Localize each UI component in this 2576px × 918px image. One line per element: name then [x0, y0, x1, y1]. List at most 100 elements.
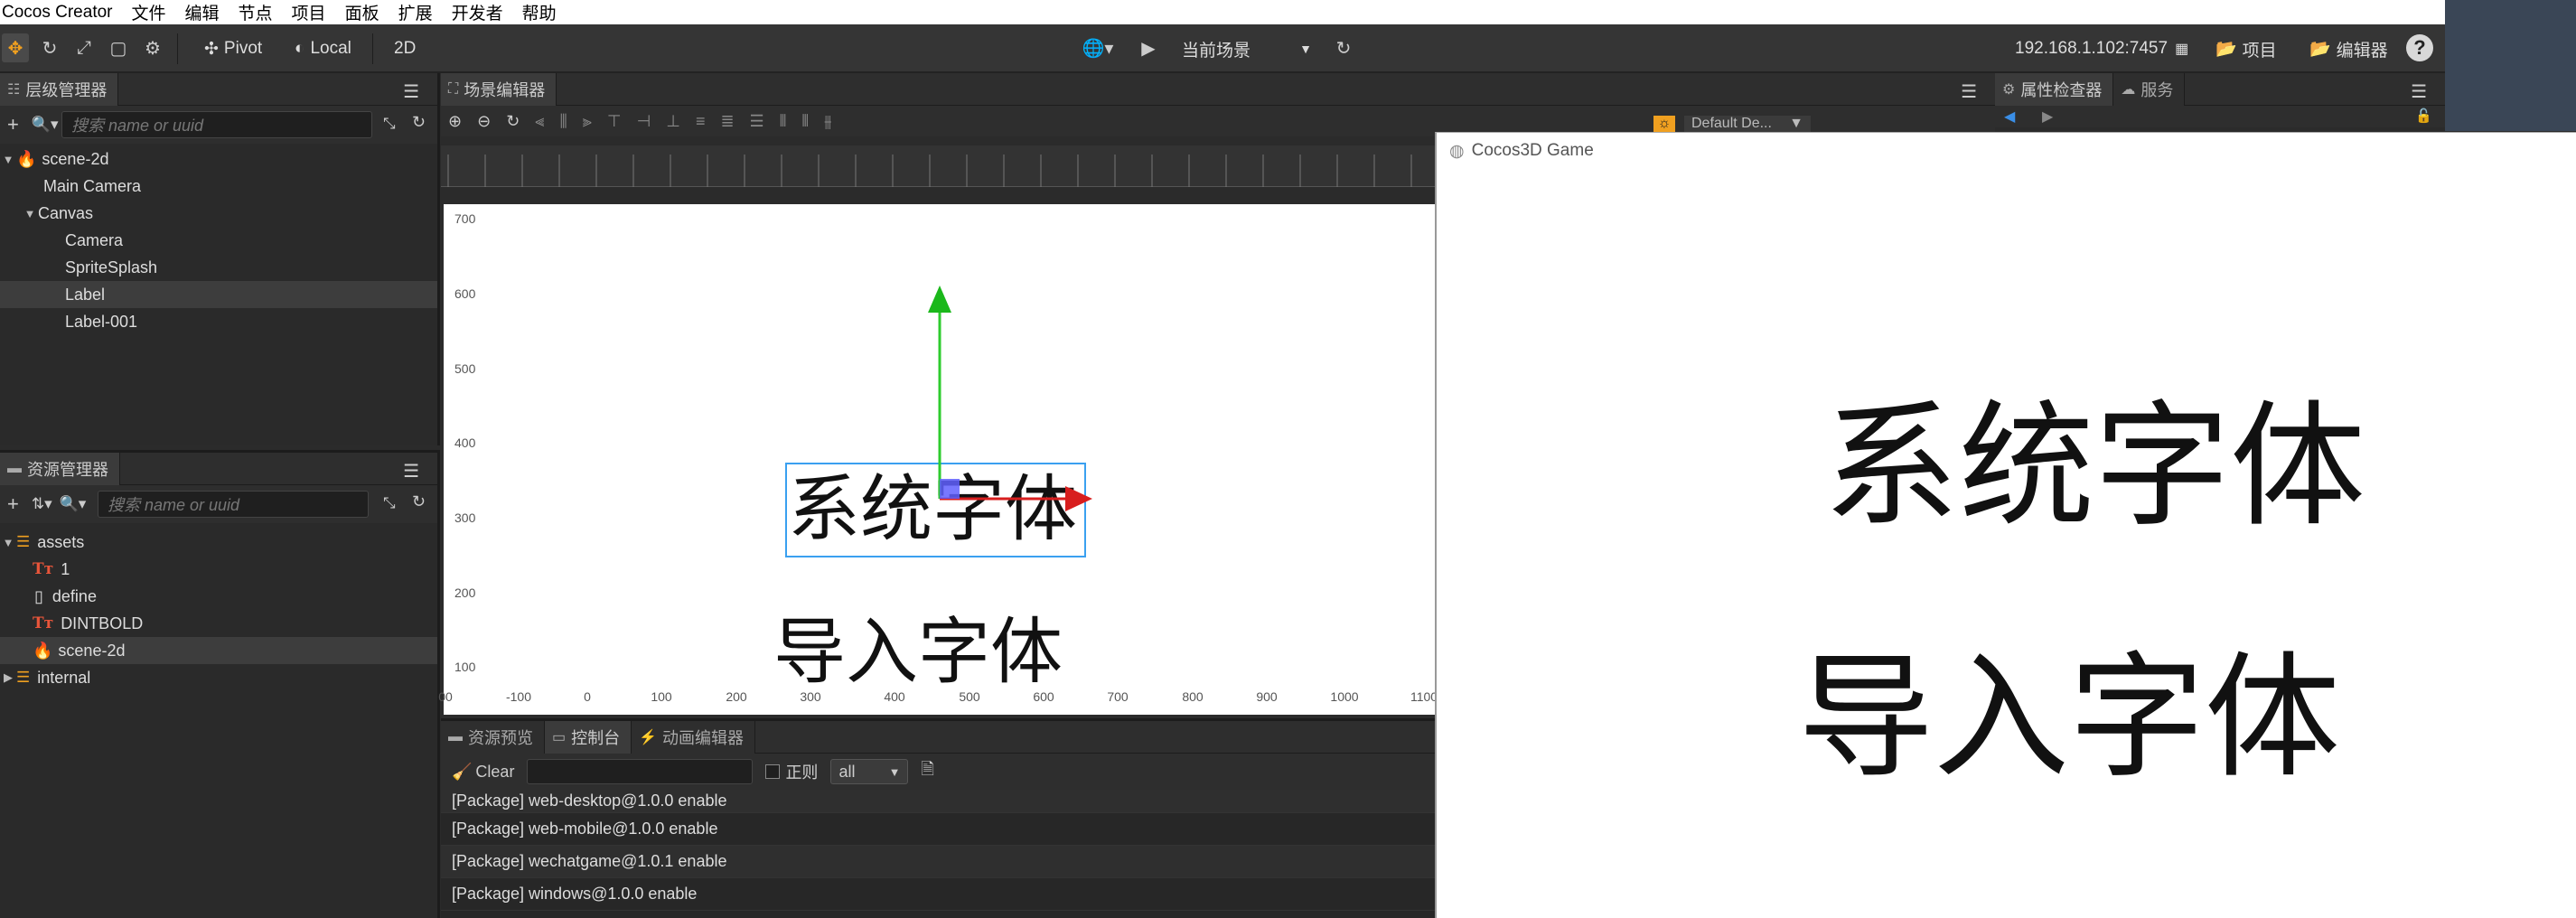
reset-view-icon[interactable]: ↻: [506, 112, 520, 131]
x-tick: 800: [1182, 689, 1204, 704]
menu-panel[interactable]: 面板: [345, 0, 379, 24]
editor-button[interactable]: 📂 编辑器: [2309, 24, 2388, 73]
sort-icon[interactable]: ⇅▾: [32, 495, 52, 513]
game-window-titlebar[interactable]: ◍ Cocos3D Game: [1437, 133, 2576, 169]
tab-animation-editor[interactable]: ⚡ 动画编辑器: [632, 720, 756, 754]
expand-triangle-icon[interactable]: ▼: [0, 536, 16, 549]
light-icon[interactable]: ☼: [1653, 116, 1675, 132]
tree-node-spritesplash[interactable]: SpriteSplash: [0, 254, 437, 281]
panel-menu-icon[interactable]: ☰: [1961, 80, 1977, 103]
search-type-icon[interactable]: 🔍▾: [32, 116, 59, 134]
panel-menu-icon[interactable]: ☰: [403, 460, 419, 482]
design-resolution-select[interactable]: Default De... ▼: [1684, 116, 1811, 132]
align-left-icon[interactable]: ⫷: [535, 112, 544, 131]
scale-tool-icon[interactable]: ⤢: [70, 33, 98, 62]
lock-icon[interactable]: 🔓: [2415, 108, 2432, 124]
align-vcenter-icon[interactable]: ⊣: [637, 112, 651, 131]
console-filter-input[interactable]: [527, 759, 754, 784]
distribute-vcenter-icon[interactable]: ≣: [720, 112, 734, 131]
add-icon[interactable]: +: [7, 113, 19, 136]
transform-tool-icon[interactable]: ⚙: [139, 33, 166, 62]
move-tool-icon[interactable]: ✥: [2, 33, 29, 62]
asset-internal[interactable]: ▶ ☰ internal: [0, 664, 437, 691]
local-button[interactable]: ◐ Local: [295, 24, 351, 73]
align-right-icon[interactable]: ⫸: [583, 112, 592, 131]
move-gizmo[interactable]: [877, 286, 1148, 520]
help-button[interactable]: ?: [2403, 33, 2436, 62]
refresh-icon[interactable]: ↻: [1330, 33, 1357, 62]
expand-triangle-icon[interactable]: ▼: [22, 207, 38, 220]
distribute-right-icon[interactable]: ⫵: [824, 112, 831, 131]
scene-select[interactable]: 当前场景 ▼: [1175, 33, 1319, 64]
open-log-file-icon[interactable]: 🗎: [921, 758, 933, 785]
log-level-select[interactable]: all ▼: [830, 759, 909, 784]
mode-2d-button[interactable]: 2D: [394, 24, 416, 73]
scene-canvas[interactable]: 700 600 500 400 300 200 100 00 -100 0 10…: [438, 204, 1438, 715]
rect-tool-icon[interactable]: ▢: [105, 33, 132, 62]
zoom-in-icon[interactable]: ⊕: [448, 112, 462, 131]
menu-edit[interactable]: 编辑: [185, 0, 220, 24]
tree-node-main-camera[interactable]: Main Camera: [0, 173, 437, 200]
tab-services[interactable]: ☁ 服务: [2113, 72, 2186, 106]
refresh-icon[interactable]: ↻: [412, 113, 426, 132]
asset-dintbold[interactable]: Tт DINTBOLD: [0, 610, 437, 637]
console-icon: ▭: [552, 729, 567, 745]
chevron-down-icon: ▼: [888, 764, 901, 779]
regex-checkbox[interactable]: [765, 764, 781, 779]
tab-console[interactable]: ▭ 控制台: [545, 720, 632, 754]
zoom-out-icon[interactable]: ⊖: [477, 112, 491, 131]
menu-file[interactable]: 文件: [132, 0, 166, 24]
panel-menu-icon[interactable]: ☰: [2411, 80, 2427, 103]
collapse-icon[interactable]: ⤡: [383, 115, 396, 133]
refresh-icon[interactable]: ↻: [412, 492, 426, 511]
gizmo-xy-handle[interactable]: [940, 479, 960, 499]
forward-arrow-icon[interactable]: ▶: [2042, 108, 2053, 126]
asset-scene-2d[interactable]: 🔥 scene-2d: [0, 637, 437, 664]
distribute-bottom-icon[interactable]: ☰: [750, 112, 764, 131]
align-hcenter-icon[interactable]: ⫼: [559, 112, 567, 131]
tree-node-label-001[interactable]: Label-001: [0, 308, 437, 335]
pivot-button[interactable]: ✣ Pivot: [204, 24, 262, 73]
asset-font-1[interactable]: Tт 1: [0, 556, 437, 583]
chevron-down-icon: ▼: [1299, 42, 1312, 56]
tab-hierarchy[interactable]: ☷ 层级管理器: [0, 72, 119, 106]
menu-extension[interactable]: 扩展: [398, 0, 433, 24]
play-icon[interactable]: ▶: [1135, 33, 1162, 62]
expand-triangle-icon[interactable]: ▼: [0, 153, 16, 166]
back-arrow-icon[interactable]: ◀: [2004, 108, 2015, 126]
rotate-tool-icon[interactable]: ↻: [36, 33, 63, 62]
asset-define[interactable]: ▯ define: [0, 583, 437, 610]
panel-menu-icon[interactable]: ☰: [403, 80, 419, 103]
tab-asset-preview[interactable]: ▬ 资源预览: [441, 720, 545, 754]
tree-node-canvas[interactable]: ▼ Canvas: [0, 200, 437, 227]
project-button[interactable]: 📂 项目: [2215, 24, 2277, 73]
menu-help[interactable]: 帮助: [522, 0, 557, 24]
platform-globe-icon[interactable]: 🌐▾: [1075, 33, 1120, 62]
qrcode-icon[interactable]: ▦: [2175, 40, 2188, 58]
align-top-icon[interactable]: ⊤: [607, 112, 622, 131]
menu-project[interactable]: 项目: [292, 0, 326, 24]
tab-inspector[interactable]: ⚙ 属性检查器: [1995, 72, 2114, 106]
tree-node-scene[interactable]: ▼ 🔥 scene-2d: [0, 145, 437, 173]
scene-label-imported-font[interactable]: 导入字体: [773, 609, 1063, 696]
add-icon[interactable]: +: [7, 492, 19, 516]
gizmo-x-arrow[interactable]: [1065, 486, 1092, 511]
menu-developer[interactable]: 开发者: [452, 0, 503, 24]
tab-scene-editor[interactable]: ⛶ 场景编辑器: [441, 72, 557, 106]
clear-button[interactable]: 🧹 Clear: [452, 763, 514, 782]
hierarchy-search-input[interactable]: 搜索 name or uuid: [61, 111, 372, 138]
tab-assets[interactable]: ▬ 资源管理器: [0, 452, 120, 485]
distribute-left-icon[interactable]: ⫴: [780, 112, 787, 131]
expand-triangle-icon[interactable]: ▶: [0, 670, 16, 685]
menu-node[interactable]: 节点: [239, 0, 273, 24]
collapse-icon[interactable]: ⤡: [383, 494, 396, 512]
gizmo-y-arrow[interactable]: [928, 286, 951, 313]
assets-search-input[interactable]: 搜索 name or uuid: [98, 491, 369, 518]
tree-node-camera[interactable]: Camera: [0, 227, 437, 254]
tree-node-label[interactable]: Label: [0, 281, 437, 308]
distribute-hcenter-icon[interactable]: ⦀: [801, 112, 809, 131]
align-bottom-icon[interactable]: ⊥: [666, 112, 680, 131]
asset-assets[interactable]: ▼ ☰ assets: [0, 529, 437, 556]
search-type-icon[interactable]: 🔍▾: [60, 495, 87, 513]
distribute-top-icon[interactable]: ≡: [696, 112, 706, 131]
